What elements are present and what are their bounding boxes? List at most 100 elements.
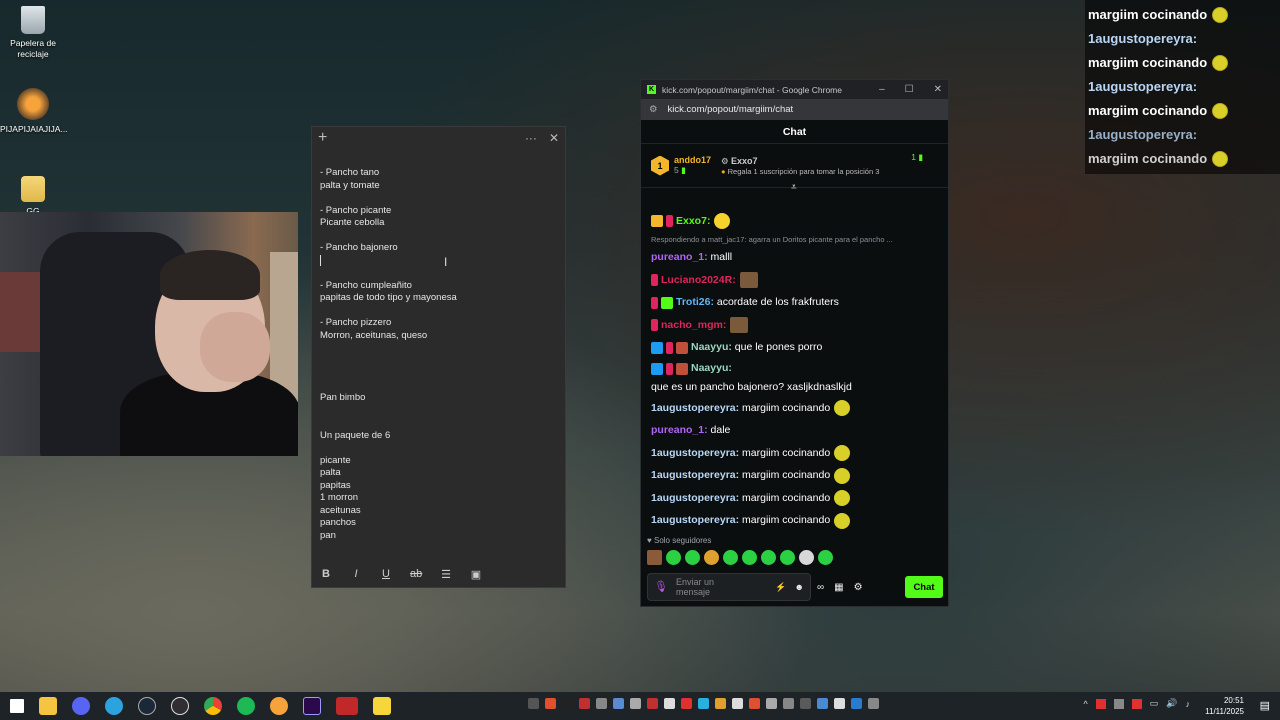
app-icon[interactable] (336, 697, 358, 715)
chat-username[interactable]: nacho_mgm (661, 318, 723, 333)
chat-username[interactable]: 1augustopereyra (651, 513, 736, 528)
tray-icon[interactable] (800, 698, 811, 709)
tray-icon[interactable] (749, 698, 760, 709)
settings-gear-icon[interactable]: ⚙ (854, 582, 863, 593)
obs-icon[interactable] (171, 697, 189, 715)
chat-username[interactable]: Naayyu (691, 340, 728, 355)
network-icon[interactable]: ▭ (1150, 698, 1159, 709)
chat-username[interactable]: Luciano2024R (661, 273, 732, 288)
fl-studio-taskbar-icon[interactable] (270, 697, 288, 715)
spotify-icon[interactable] (237, 697, 255, 715)
bold-button[interactable]: B (320, 568, 332, 580)
emote-icon[interactable] (723, 550, 738, 565)
emote-icon[interactable] (666, 550, 681, 565)
chat-username[interactable]: 1augustopereyra (651, 468, 736, 483)
leaderboard-user[interactable]: anddo17 (674, 155, 711, 165)
chat-username[interactable]: Exxo7 (676, 214, 707, 229)
tray-icon[interactable] (817, 698, 828, 709)
gifter-name[interactable]: Exxo7 (731, 156, 758, 166)
emote-icon[interactable] (685, 550, 700, 565)
pinned-leaderboard[interactable]: 1 anddo17 5 ▮ ⚙ Exxo7 ● Regala 1 suscrip… (641, 144, 948, 193)
kick-emote-icon[interactable]: ⚡ (775, 582, 786, 592)
bullet-list-icon[interactable]: ☰ (440, 568, 452, 581)
tray-icon[interactable] (1131, 698, 1142, 709)
desktop-icon-folder[interactable]: GG (0, 176, 66, 217)
underline-button[interactable]: U (380, 568, 392, 580)
sticky-notes-taskbar-icon[interactable] (373, 697, 391, 715)
desktop-icon-recycle-bin[interactable]: Papelera de reciclaje (0, 6, 66, 60)
desktop-icon-fl-studio[interactable]: PIJAPIJAIAJIJA... (0, 88, 68, 135)
chevron-up-icon[interactable]: ^ (1084, 699, 1088, 709)
telegram-icon[interactable] (105, 697, 123, 715)
emote-icon[interactable] (780, 550, 795, 565)
microphone-tray-icon[interactable]: ♪ (1186, 699, 1191, 709)
emote-icon[interactable] (818, 550, 833, 565)
chat-input[interactable]: 🎙 Enviar un mensaje ⚡ ☻ (647, 573, 811, 601)
note-content[interactable]: - Pancho tano palta y tomate - Pancho pi… (320, 167, 457, 542)
volume-icon[interactable]: 🔊 (1166, 698, 1177, 709)
emote-icon[interactable] (647, 550, 662, 565)
overlay-line: margiim cocinando (1088, 51, 1277, 75)
tray-icon[interactable] (545, 698, 556, 709)
tray-icon[interactable] (715, 698, 726, 709)
chat-username[interactable]: pureano_1 (651, 423, 704, 438)
channel-points-icon[interactable]: ∞ (817, 582, 824, 593)
chat-username[interactable]: pureano_1 (651, 250, 704, 265)
close-icon[interactable]: ✕ (549, 131, 559, 145)
tray-icon[interactable] (834, 698, 845, 709)
desktop-icon-label: Papelera de reciclaje (10, 38, 56, 59)
emoji-picker-icon[interactable]: ☻ (795, 582, 804, 592)
more-options-icon[interactable]: ··· (525, 131, 537, 145)
maximize-icon[interactable]: ☐ (905, 84, 914, 95)
minimize-icon[interactable]: – (879, 84, 885, 95)
chat-browser-window[interactable]: K kick.com/popout/margiim/chat - Google … (640, 79, 949, 607)
clock[interactable]: 20:51 11/11/2025 (1205, 695, 1244, 717)
italic-button[interactable]: I (350, 568, 362, 580)
emote-icon[interactable] (799, 550, 814, 565)
discord-icon[interactable] (72, 697, 90, 715)
premiere-icon[interactable] (303, 697, 321, 715)
tray-icon[interactable] (851, 698, 862, 709)
tray-icon[interactable] (596, 698, 607, 709)
chat-username[interactable]: 1augustopereyra (651, 446, 736, 461)
chat-username[interactable]: Naayyu (691, 361, 728, 376)
tray-icon[interactable] (732, 698, 743, 709)
tray-icon[interactable] (783, 698, 794, 709)
chat-username[interactable]: Troti26 (676, 295, 710, 310)
emote-quick-bar[interactable] (647, 550, 833, 565)
tray-icon[interactable] (681, 698, 692, 709)
sticky-notes-window[interactable]: + ··· ✕ - Pancho tano palta y tomate - P… (311, 126, 566, 588)
notifications-icon[interactable]: ▤ (1260, 699, 1270, 712)
site-settings-icon[interactable]: ⚙ (649, 104, 658, 115)
tray-icon[interactable] (1113, 698, 1124, 709)
tray-icon[interactable] (562, 698, 573, 709)
tray-icon[interactable] (630, 698, 641, 709)
chat-username[interactable]: 1augustopereyra (651, 491, 736, 506)
address-bar[interactable]: ⚙ kick.com/popout/margiim/chat (641, 99, 948, 120)
tray-icon[interactable] (579, 698, 590, 709)
add-note-icon[interactable]: + (318, 129, 327, 147)
tray-icon[interactable] (528, 698, 539, 709)
tray-icon[interactable] (766, 698, 777, 709)
close-icon[interactable]: ✕ (934, 84, 942, 95)
emote-icon[interactable] (761, 550, 776, 565)
steam-icon[interactable] (138, 697, 156, 715)
tray-icon[interactable] (613, 698, 624, 709)
strikethrough-button[interactable]: ab (410, 568, 422, 580)
tray-icon[interactable] (1095, 698, 1106, 709)
tray-icon[interactable] (664, 698, 675, 709)
collapse-icon[interactable]: ⩡ (791, 182, 797, 193)
emote-icon[interactable] (742, 550, 757, 565)
emote-icon[interactable] (704, 550, 719, 565)
tray-icon[interactable] (647, 698, 658, 709)
chrome-icon[interactable] (204, 697, 222, 715)
microphone-icon[interactable]: 🎙 (654, 582, 668, 593)
image-icon[interactable]: ▣ (470, 568, 482, 581)
windows-start-icon[interactable] (10, 699, 24, 713)
store-icon[interactable]: ▦ (834, 582, 843, 593)
send-chat-button[interactable]: Chat (905, 576, 943, 598)
tray-icon[interactable] (698, 698, 709, 709)
file-explorer-icon[interactable] (39, 697, 57, 715)
chat-username[interactable]: 1augustopereyra (651, 401, 736, 416)
tray-icon[interactable] (868, 698, 879, 709)
